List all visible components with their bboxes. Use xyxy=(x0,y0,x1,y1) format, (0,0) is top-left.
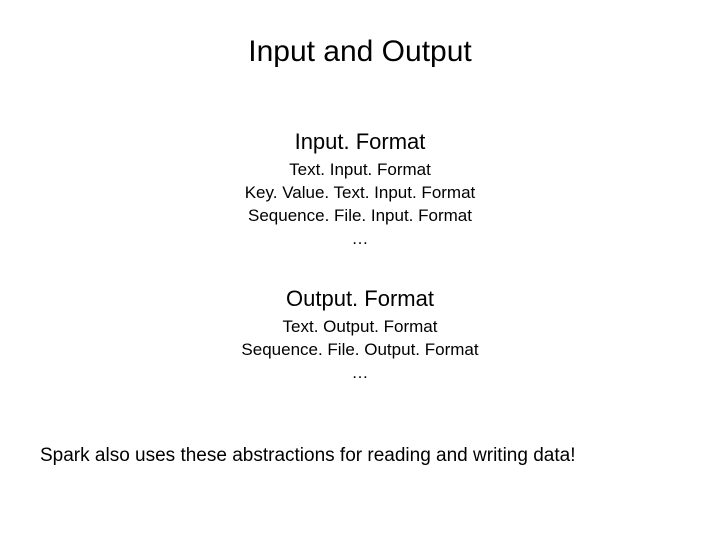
footer-note: Spark also uses these abstractions for r… xyxy=(40,445,680,467)
section-header-input: Input. Format xyxy=(40,129,680,155)
slide-title: Input and Output xyxy=(40,35,680,69)
section-header-output: Output. Format xyxy=(40,286,680,312)
section-input-format: Input. Format Text. Input. Format Key. V… xyxy=(40,129,680,251)
section-output-format: Output. Format Text. Output. Format Sequ… xyxy=(40,286,680,385)
ellipsis: … xyxy=(40,362,680,385)
list-item: Text. Input. Format xyxy=(40,159,680,182)
list-item: Sequence. File. Output. Format xyxy=(40,339,680,362)
list-item: Text. Output. Format xyxy=(40,316,680,339)
section-gap xyxy=(40,251,680,286)
ellipsis: … xyxy=(40,228,680,251)
list-item: Key. Value. Text. Input. Format xyxy=(40,182,680,205)
list-item: Sequence. File. Input. Format xyxy=(40,205,680,228)
